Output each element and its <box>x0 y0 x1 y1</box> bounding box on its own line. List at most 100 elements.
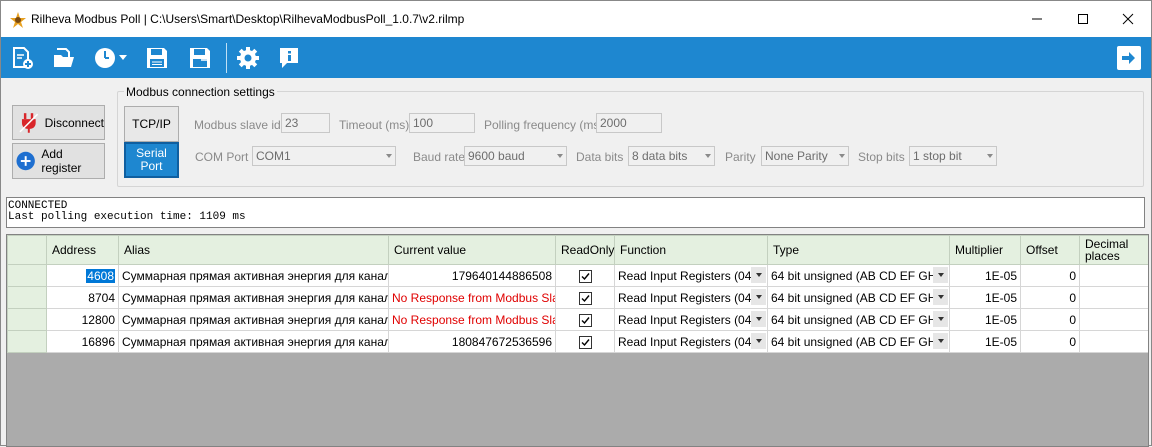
readonly-checkbox[interactable] <box>578 269 592 283</box>
address-cell[interactable]: 12800 <box>46 308 119 331</box>
exit-button[interactable] <box>1117 46 1141 70</box>
table-row[interactable]: 8704 Суммарная прямая активная энергия д… <box>7 286 1148 309</box>
column-header-type[interactable]: Type <box>767 235 950 265</box>
function-dropdown-button[interactable] <box>751 289 766 305</box>
parity-label: Parity <box>725 150 756 164</box>
multiplier-cell[interactable]: 1E-05 <box>949 330 1021 353</box>
disconnect-button[interactable]: Disconnect <box>12 105 105 140</box>
function-dropdown-button[interactable] <box>751 267 766 283</box>
timeout-label: Timeout (ms) <box>339 118 410 132</box>
column-header-current-value[interactable]: Current value <box>388 235 556 265</box>
row-header[interactable] <box>7 286 47 309</box>
function-cell[interactable]: Read Input Registers (04) <box>614 286 768 309</box>
baud-rate-select[interactable]: 9600 baud <box>464 146 567 166</box>
close-button[interactable] <box>1105 1 1151 37</box>
status-log[interactable]: CONNECTED Last polling execution time: 1… <box>6 197 1145 228</box>
column-header-readonly[interactable]: ReadOnly <box>555 235 615 265</box>
current-value-cell[interactable]: 179640144886508 <box>388 264 556 287</box>
row-header[interactable] <box>7 264 47 287</box>
parity-select[interactable]: None Parity <box>761 146 849 166</box>
offset-cell[interactable]: 0 <box>1020 330 1080 353</box>
com-port-select[interactable]: COM1 <box>252 146 396 166</box>
data-bits-select[interactable]: 8 data bits <box>628 146 715 166</box>
table-row[interactable]: 12800 Суммарная прямая активная энергия … <box>7 308 1148 331</box>
exit-arrow-icon <box>1122 52 1135 64</box>
settings-button[interactable] <box>235 45 261 71</box>
offset-cell[interactable]: 0 <box>1020 286 1080 309</box>
table-row[interactable]: 4608 Суммарная прямая активная энергия д… <box>7 264 1148 287</box>
function-cell[interactable]: Read Input Registers (04) <box>614 308 768 331</box>
offset-cell[interactable]: 0 <box>1020 308 1080 331</box>
decimal-places-cell[interactable] <box>1079 330 1148 353</box>
save-button[interactable] <box>144 45 170 71</box>
type-dropdown-button[interactable] <box>933 289 948 305</box>
offset-cell[interactable]: 0 <box>1020 264 1080 287</box>
column-header-address[interactable]: Address <box>46 235 119 265</box>
chevron-down-icon <box>937 317 944 321</box>
alias-cell[interactable]: Суммарная прямая активная энергия для ка… <box>118 264 389 287</box>
column-header-function[interactable]: Function <box>614 235 768 265</box>
decimal-places-cell[interactable] <box>1079 286 1148 309</box>
column-header-alias[interactable]: Alias <box>118 235 389 265</box>
type-value: 64 bit unsigned (AB CD EF GH) <box>771 312 941 327</box>
current-value-cell[interactable]: 180847672536596 <box>388 330 556 353</box>
new-register-button[interactable] <box>9 45 35 71</box>
function-cell[interactable]: Read Input Registers (04) <box>614 264 768 287</box>
function-cell[interactable]: Read Input Registers (04) <box>614 330 768 353</box>
multiplier-cell[interactable]: 1E-05 <box>949 264 1021 287</box>
row-header[interactable] <box>7 308 47 331</box>
tcp-ip-button[interactable]: TCP/IP <box>124 106 179 142</box>
type-dropdown-button[interactable] <box>933 311 948 327</box>
alias-cell[interactable]: Суммарная прямая активная энергия для ка… <box>118 330 389 353</box>
add-register-button[interactable]: Add register <box>12 143 105 179</box>
decimal-places-cell[interactable] <box>1079 308 1148 331</box>
type-dropdown-button[interactable] <box>933 333 948 349</box>
type-cell[interactable]: 64 bit unsigned (AB CD EF GH) <box>767 286 950 309</box>
serial-port-button[interactable]: Serial Port <box>124 142 179 178</box>
polling-schedule-button[interactable] <box>93 45 119 71</box>
address-cell[interactable]: 4608 <box>46 264 119 287</box>
multiplier-cell[interactable]: 1E-05 <box>949 286 1021 309</box>
readonly-checkbox[interactable] <box>578 335 592 349</box>
alias-cell[interactable]: Суммарная прямая активная энергия для ка… <box>118 308 389 331</box>
readonly-cell[interactable] <box>555 308 615 331</box>
readonly-cell[interactable] <box>555 286 615 309</box>
function-dropdown-button[interactable] <box>751 333 766 349</box>
title-bar[interactable]: Rilheva Modbus Poll | C:\Users\Smart\Des… <box>1 1 1151 37</box>
readonly-checkbox[interactable] <box>578 313 592 327</box>
function-dropdown-button[interactable] <box>751 311 766 327</box>
column-header-multiplier[interactable]: Multiplier <box>949 235 1021 265</box>
current-value-cell[interactable]: No Response from Modbus Slave <box>388 286 556 309</box>
new-register-icon <box>13 47 33 69</box>
multiplier-cell[interactable]: 1E-05 <box>949 308 1021 331</box>
address-cell[interactable]: 8704 <box>46 286 119 309</box>
table-row[interactable]: 16896 Суммарная прямая активная энергия … <box>7 330 1148 353</box>
type-dropdown-button[interactable] <box>933 267 948 283</box>
open-file-button[interactable] <box>51 45 77 71</box>
row-header[interactable] <box>7 330 47 353</box>
slave-id-input[interactable]: 23 <box>281 113 330 133</box>
maximize-button[interactable] <box>1060 1 1106 37</box>
column-header-offset[interactable]: Offset <box>1020 235 1080 265</box>
readonly-cell[interactable] <box>555 264 615 287</box>
save-as-button[interactable] <box>187 45 213 71</box>
minimize-button[interactable] <box>1014 1 1060 37</box>
column-header-decimal-places[interactable]: Decimal places <box>1079 235 1148 265</box>
address-cell[interactable]: 16896 <box>46 330 119 353</box>
type-cell[interactable]: 64 bit unsigned (AB CD EF GH) <box>767 330 950 353</box>
decimal-places-cell[interactable] <box>1079 264 1148 287</box>
polling-dropdown-arrow[interactable] <box>117 45 129 71</box>
info-button[interactable] <box>276 45 302 71</box>
chevron-down-icon <box>557 154 563 158</box>
readonly-checkbox[interactable] <box>578 291 592 305</box>
register-grid[interactable]: Address Alias Current value ReadOnly Fun… <box>6 234 1149 447</box>
readonly-cell[interactable] <box>555 330 615 353</box>
alias-cell[interactable]: Суммарная прямая активная энергия для ка… <box>118 286 389 309</box>
type-cell[interactable]: 64 bit unsigned (AB CD EF GH) <box>767 308 950 331</box>
checkmark-icon <box>581 272 590 280</box>
stop-bits-select[interactable]: 1 stop bit <box>909 146 997 166</box>
type-cell[interactable]: 64 bit unsigned (AB CD EF GH) <box>767 264 950 287</box>
timeout-input[interactable]: 100 <box>409 113 475 133</box>
current-value-cell[interactable]: No Response from Modbus Slave <box>388 308 556 331</box>
polling-frequency-input[interactable]: 2000 <box>596 113 662 133</box>
